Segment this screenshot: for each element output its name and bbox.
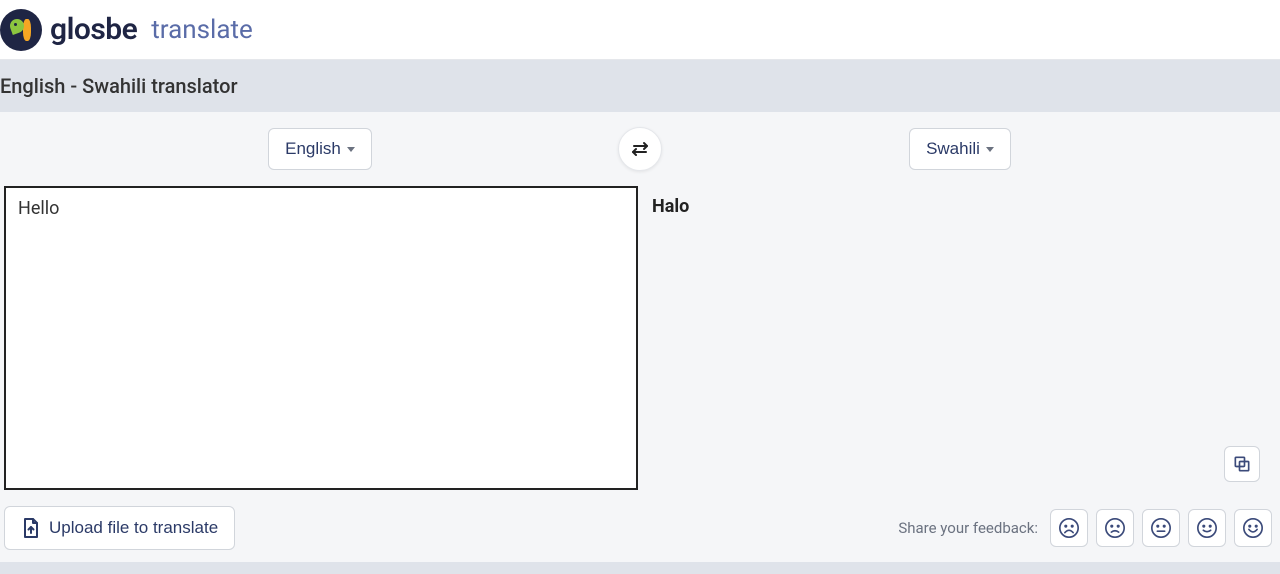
sad-face-icon (1104, 517, 1126, 539)
source-text-input[interactable] (4, 186, 638, 490)
target-language-label: Swahili (926, 139, 980, 159)
page-title-bar: English - Swahili translator (0, 60, 1280, 112)
target-pane: Halo (640, 186, 1280, 494)
chevron-down-icon (986, 147, 994, 152)
very-happy-face-icon (1242, 517, 1264, 539)
language-controls-row: English Swahili (0, 112, 1280, 186)
source-language-button[interactable]: English (268, 128, 372, 170)
swap-languages-button[interactable] (618, 127, 662, 171)
feedback-label: Share your feedback: (898, 519, 1038, 537)
feedback-very-sad-button[interactable] (1050, 509, 1088, 547)
brand-logo-icon (0, 9, 42, 51)
footer-row: Upload file to translate Share your feed… (0, 494, 1280, 562)
very-sad-face-icon (1058, 517, 1080, 539)
app-header: glosbe translate (0, 0, 1280, 60)
bottom-band (0, 562, 1280, 574)
feedback-sad-button[interactable] (1096, 509, 1134, 547)
target-language-button[interactable]: Swahili (909, 128, 1011, 170)
brand-name: glosbe (50, 12, 137, 47)
neutral-face-icon (1150, 517, 1172, 539)
upload-file-label: Upload file to translate (49, 518, 218, 538)
source-pane (0, 186, 640, 494)
feedback-wrap: Share your feedback: (898, 509, 1272, 547)
brand-subname: translate (151, 15, 253, 45)
page-title: English - Swahili translator (0, 74, 238, 98)
happy-face-icon (1196, 517, 1218, 539)
source-language-label: English (285, 139, 341, 159)
swap-arrows-icon (629, 140, 651, 158)
upload-file-icon (21, 517, 41, 539)
brand-logo-wrap[interactable]: glosbe translate (0, 9, 253, 51)
feedback-very-happy-button[interactable] (1234, 509, 1272, 547)
feedback-happy-button[interactable] (1188, 509, 1226, 547)
upload-file-button[interactable]: Upload file to translate (4, 506, 235, 550)
copy-icon (1232, 454, 1252, 474)
translation-output: Halo (640, 186, 1280, 490)
chevron-down-icon (347, 147, 355, 152)
translation-panes: Halo (0, 186, 1280, 494)
copy-translation-button[interactable] (1224, 446, 1260, 482)
feedback-neutral-button[interactable] (1142, 509, 1180, 547)
